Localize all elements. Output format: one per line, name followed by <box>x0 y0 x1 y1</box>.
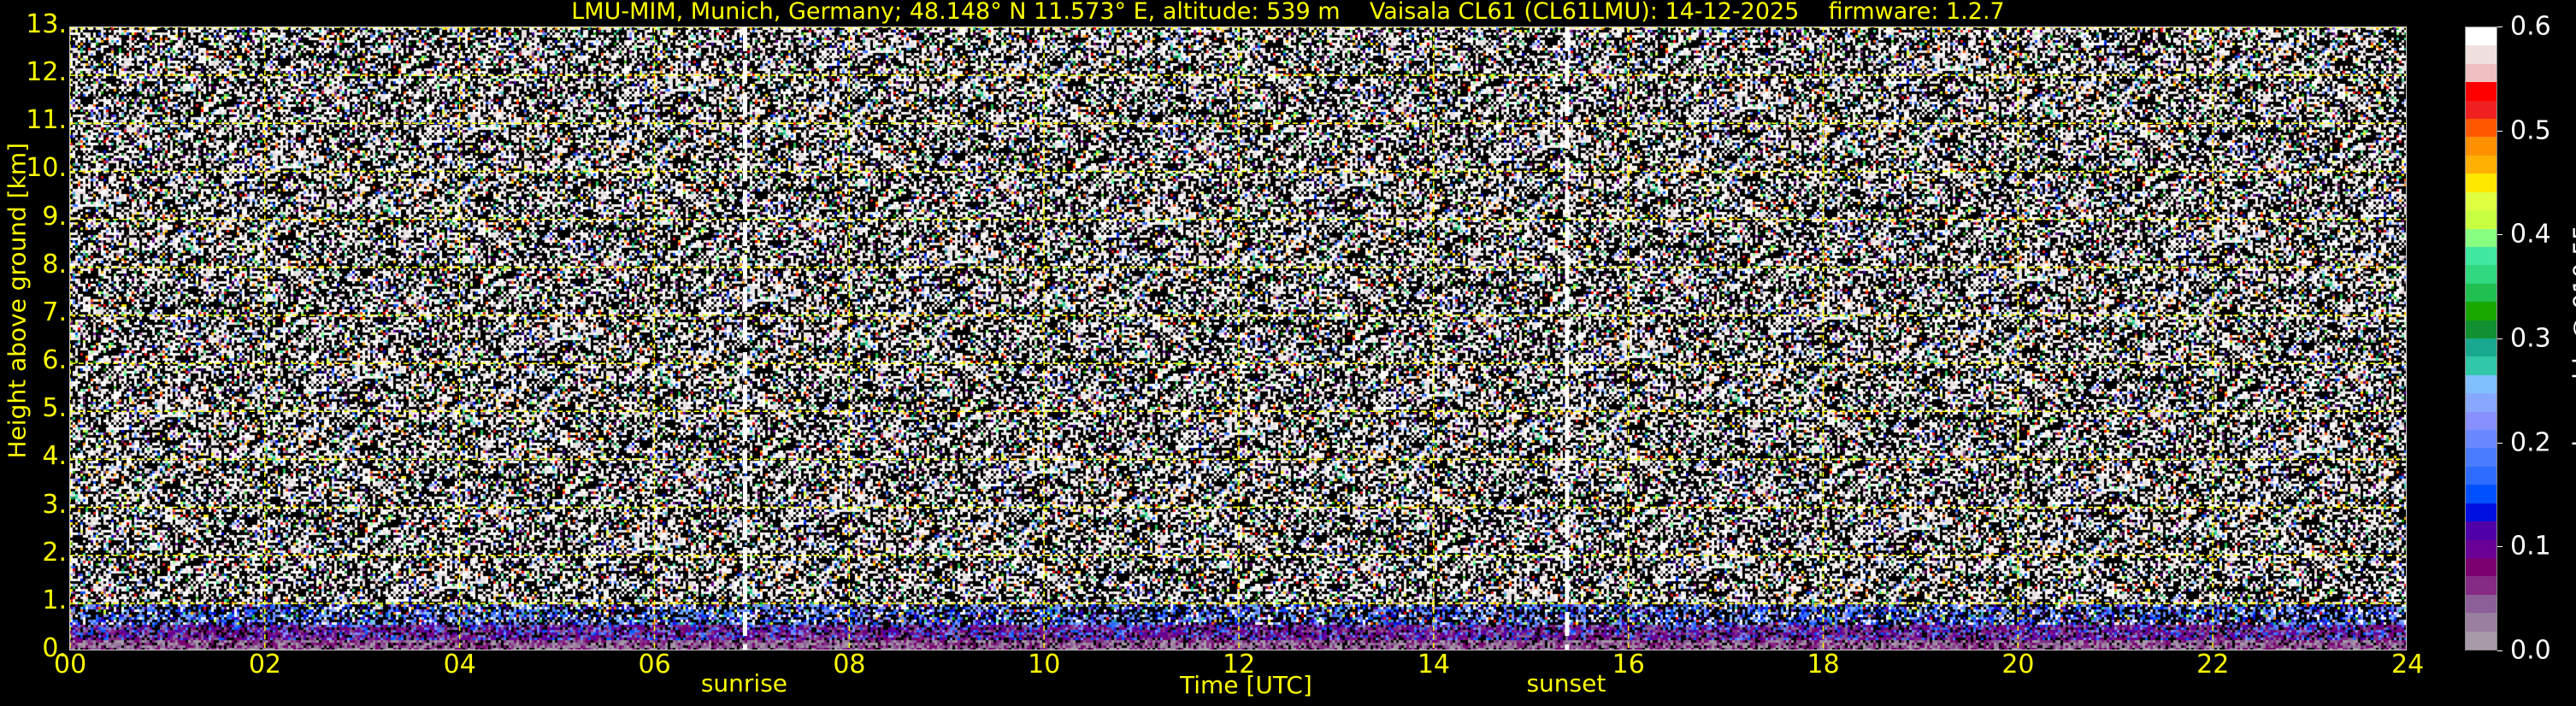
sunrise-label: sunrise <box>700 669 788 697</box>
colorbar-tick-label: 0.6 <box>2510 11 2551 42</box>
colorbar-band <box>2466 118 2496 138</box>
y-tick-label: 2. <box>42 537 67 568</box>
x-tick-label: 14 <box>1417 650 1451 680</box>
colorbar-tick-mark <box>2497 546 2502 548</box>
colorbar-band <box>2466 228 2496 247</box>
colorbar-tick-label: 0.2 <box>2510 427 2551 458</box>
colorbar-label: volume ldr @ 910.55 nm <box>2567 179 2576 476</box>
colorbar-band <box>2466 539 2496 558</box>
colorbar-band <box>2466 612 2496 632</box>
sunset-label: sunset <box>1526 669 1606 697</box>
y-tick-label: 12. <box>26 57 67 88</box>
colorbar-band <box>2466 301 2496 321</box>
x-axis-label: Time [UTC] <box>1180 671 1312 699</box>
colorbar-band <box>2466 503 2496 522</box>
colorbar-band <box>2466 246 2496 266</box>
colorbar-band <box>2466 100 2496 120</box>
x-tick-label: 04 <box>443 650 476 680</box>
colorbar-band <box>2466 191 2496 211</box>
x-tick-label: 08 <box>833 650 866 680</box>
colorbar-band <box>2466 44 2496 64</box>
colorbar-band <box>2466 136 2496 156</box>
colorbar-band <box>2466 173 2496 192</box>
y-tick-label: 1. <box>42 585 67 615</box>
colorbar-band <box>2466 466 2496 485</box>
colorbar-band <box>2466 374 2496 394</box>
colorbar-band <box>2466 209 2496 229</box>
colorbar-band <box>2466 631 2496 650</box>
x-tick-label: 18 <box>1807 650 1840 680</box>
colorbar-tick-label: 0.1 <box>2510 531 2551 562</box>
x-tick-label: 10 <box>1028 650 1061 680</box>
colorbar-band <box>2466 557 2496 577</box>
colorbar-band <box>2466 484 2496 503</box>
x-tick-label: 02 <box>248 650 282 680</box>
x-tick-label: 22 <box>2196 650 2230 680</box>
y-axis-label: Height above ground [km] <box>3 142 32 459</box>
colorbar-band <box>2466 264 2496 284</box>
colorbar-tick-label: 0.4 <box>2510 219 2551 250</box>
colorbar-tick-mark <box>2497 338 2502 339</box>
plot-area <box>69 26 2407 650</box>
colorbar-band <box>2466 283 2496 303</box>
colorbar-band <box>2466 320 2496 338</box>
x-tick-label: 00 <box>54 650 87 680</box>
colorbar-band <box>2466 392 2496 412</box>
y-tick-label: 13. <box>26 9 67 39</box>
colorbar-band <box>2466 338 2496 357</box>
chart-title: LMU-MIM, Munich, Germany; 48.148° N 11.5… <box>571 0 2005 25</box>
x-tick-label: 20 <box>2001 650 2035 680</box>
y-tick-label: 3. <box>42 489 67 520</box>
colorbar-tick-mark <box>2497 234 2502 236</box>
colorbar-tick-mark <box>2497 442 2502 444</box>
colorbar-band <box>2466 81 2496 101</box>
colorbar-tick-mark <box>2497 650 2502 651</box>
colorbar-band <box>2466 429 2496 449</box>
grid-and-markers <box>70 27 2406 650</box>
x-tick-label: 16 <box>1612 650 1645 680</box>
colorbar-band <box>2466 575 2496 595</box>
colorbar-tick-mark <box>2497 26 2502 27</box>
x-tick-label: 06 <box>638 650 671 680</box>
colorbar-band <box>2466 411 2496 431</box>
colorbar-band <box>2466 521 2496 540</box>
colorbar-band <box>2466 155 2496 174</box>
y-tick-label: 11. <box>26 105 67 136</box>
colorbar-band <box>2466 447 2496 467</box>
colorbar <box>2465 26 2497 650</box>
colorbar-band <box>2466 26 2496 46</box>
colorbar-band <box>2466 594 2496 614</box>
colorbar-tick-mark <box>2497 130 2502 132</box>
colorbar-tick-label: 0.0 <box>2510 635 2551 666</box>
colorbar-band <box>2466 356 2496 375</box>
colorbar-tick-label: 0.5 <box>2510 115 2551 146</box>
colorbar-tick-label: 0.3 <box>2510 323 2551 354</box>
colorbar-band <box>2466 63 2496 83</box>
x-tick-label: 24 <box>2391 650 2425 680</box>
